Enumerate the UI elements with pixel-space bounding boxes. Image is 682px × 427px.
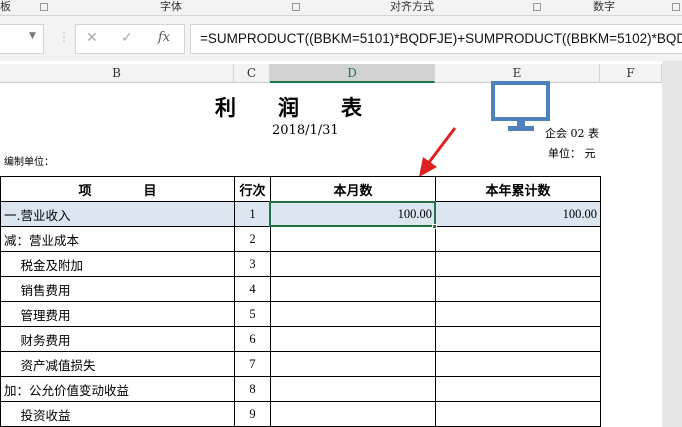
dialog-launcher-icon[interactable] [672, 3, 680, 11]
dialog-launcher-icon[interactable] [292, 3, 300, 11]
fill-handle[interactable] [432, 224, 437, 229]
ribbon-group-alignment: 对齐方式 [390, 0, 434, 13]
cell-current-month[interactable] [270, 401, 436, 427]
cell-item[interactable]: 减：营业成本 [0, 226, 235, 252]
insert-function-icon[interactable]: fx [158, 30, 170, 45]
cell-year-to-date[interactable] [435, 351, 601, 377]
cell-item[interactable]: 加：公允价值变动收益 [0, 376, 235, 402]
confirm-icon[interactable]: ✓ [121, 30, 133, 46]
cell-year-to-date[interactable] [435, 251, 601, 277]
dialog-launcher-icon[interactable] [533, 3, 541, 11]
arrow-icon [419, 127, 457, 177]
cell-line-no[interactable]: 1 [234, 201, 271, 227]
column-header-d[interactable]: D [270, 64, 435, 83]
cell-current-month[interactable] [270, 301, 436, 327]
cell-current-month[interactable] [270, 251, 436, 277]
cell-item[interactable]: 管理费用 [0, 301, 235, 327]
active-cell-selection [269, 201, 436, 227]
cell-item[interactable]: 投资收益 [0, 401, 235, 427]
monitor-icon [491, 81, 550, 131]
cell-current-month[interactable] [270, 226, 436, 252]
column-header-f[interactable]: F [600, 64, 662, 83]
cell-year-to-date[interactable] [435, 301, 601, 327]
cell-line-no[interactable]: 6 [234, 326, 271, 352]
name-box[interactable]: ▼ [0, 24, 44, 54]
cell-current-month[interactable] [270, 376, 436, 402]
ribbon-group-clipboard: 板 [0, 0, 11, 13]
ribbon-group-font: 字体 [160, 0, 182, 13]
cell-item[interactable]: 销售费用 [0, 276, 235, 302]
cell-year-to-date[interactable] [435, 276, 601, 302]
currency-unit: 单位： 元 [548, 147, 596, 160]
cell-line-no[interactable]: 2 [234, 226, 271, 252]
dialog-launcher-icon[interactable] [40, 3, 48, 11]
cell-item[interactable]: 财务费用 [0, 326, 235, 352]
column-header-b[interactable]: B [0, 64, 234, 83]
ribbon-group-labels: 板 字体 对齐方式 数字 [0, 0, 682, 16]
column-header-c[interactable]: C [234, 64, 270, 83]
column-headers: B C D E F [0, 64, 662, 83]
table-row: 管理费用 5 [0, 301, 601, 327]
header-line-no: 行次 [234, 176, 271, 202]
cell-year-to-date[interactable] [435, 326, 601, 352]
cell-item[interactable]: 资产减值损失 [0, 351, 235, 377]
chevron-down-icon[interactable]: ▼ [29, 31, 36, 41]
table-row: 资产减值损失 7 [0, 351, 601, 377]
ribbon-group-number: 数字 [593, 0, 615, 13]
drag-handle-icon[interactable]: ⋮ [58, 30, 70, 44]
cell-line-no[interactable]: 9 [234, 401, 271, 427]
cell-year-to-date[interactable] [435, 376, 601, 402]
cell-year-to-date[interactable] [435, 226, 601, 252]
cell-line-no[interactable]: 5 [234, 301, 271, 327]
formula-bar: ▼ ⋮ ✕ ✓ fx =SUMPRODUCT((BBKM=5101)*BQDFJ… [0, 16, 682, 61]
table-row: 加：公允价值变动收益 8 [0, 376, 601, 402]
cell-year-to-date[interactable] [435, 401, 601, 427]
table-row: 税金及附加 3 [0, 251, 601, 277]
report-date: 2018/1/31 [272, 123, 339, 138]
cell-year-to-date[interactable]: 100.00 [435, 201, 601, 227]
sheet-title: 利 润 表 [215, 95, 362, 120]
cancel-icon[interactable]: ✕ [86, 30, 98, 46]
table-row: 财务费用 6 [0, 326, 601, 352]
sheet-background [662, 61, 682, 427]
header-year-to-date: 本年累计数 [435, 176, 601, 202]
cell-line-no[interactable]: 7 [234, 351, 271, 377]
cell-current-month[interactable] [270, 351, 436, 377]
cell-item[interactable]: 税金及附加 [0, 251, 235, 277]
table-row: 投资收益 9 [0, 401, 601, 427]
header-current-month: 本月数 [270, 176, 436, 202]
formula-input[interactable]: =SUMPRODUCT((BBKM=5101)*BQDFJE)+SUMPRODU… [190, 24, 682, 54]
table-header-row: 项 目 行次 本月数 本年累计数 [0, 176, 601, 202]
cell-line-no[interactable]: 8 [234, 376, 271, 402]
header-item: 项 目 [0, 176, 235, 202]
cell-current-month[interactable] [270, 326, 436, 352]
preparer-label: 编制单位： [4, 157, 54, 168]
cell-item[interactable]: 一.营业收入 [0, 201, 235, 227]
cell-current-month[interactable] [270, 276, 436, 302]
table-row: 减：营业成本 2 [0, 226, 601, 252]
table-row: 销售费用 4 [0, 276, 601, 302]
cell-line-no[interactable]: 3 [234, 251, 271, 277]
cell-line-no[interactable]: 4 [234, 276, 271, 302]
